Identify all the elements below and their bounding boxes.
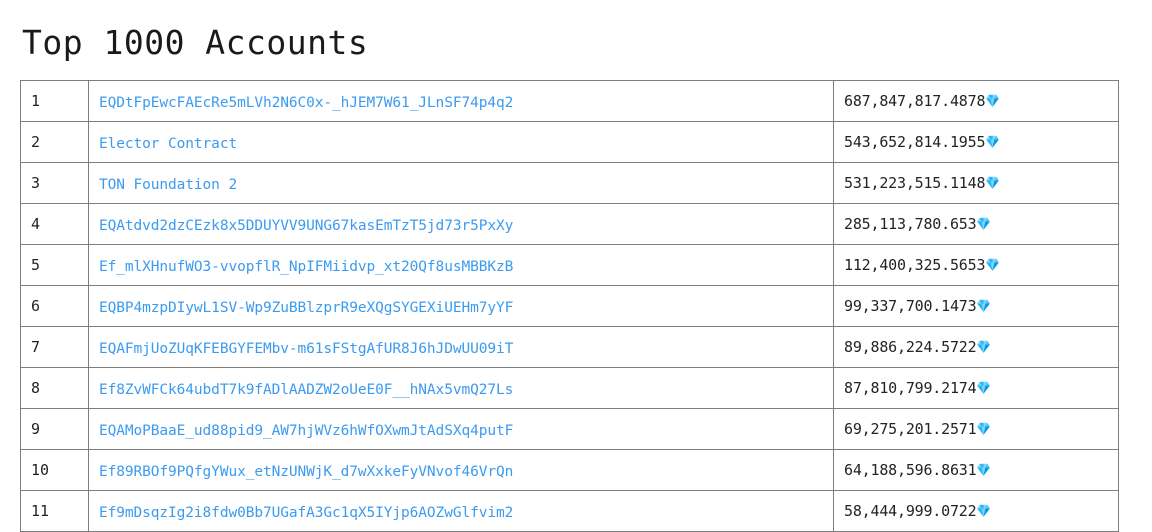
rank-cell: 2 <box>20 121 89 163</box>
balance-value: 64,188,596.8631 <box>844 461 977 479</box>
table-row: 3 TON Foundation 2 531,223,515.1148 <box>20 162 1119 204</box>
rank-cell: 4 <box>20 203 89 245</box>
balance-value: 87,810,799.2174 <box>844 379 977 397</box>
rank-value: 5 <box>31 256 41 274</box>
rank-value: 11 <box>31 502 50 520</box>
table-row: 6 EQBP4mzpDIywL1SV-Wp9ZuBBlzprR9eXQgSYGE… <box>20 285 1119 327</box>
gem-icon <box>976 421 991 436</box>
gem-icon <box>985 134 1000 149</box>
address-cell: Ef89RBOf9PQfgYWux_etNzUNWjK_d7wXxkeFyVNv… <box>88 449 834 491</box>
balance-cell: 69,275,201.2571 <box>833 408 1119 450</box>
rank-value: 10 <box>31 461 50 479</box>
gem-icon <box>976 380 991 395</box>
account-address-link[interactable]: EQAMoPBaaE_ud88pid9_AW7hjWVz6hWfOXwmJtAd… <box>99 423 513 439</box>
rank-cell: 8 <box>20 367 89 409</box>
balance-cell: 58,444,999.0722 <box>833 490 1119 532</box>
account-address-link[interactable]: TON Foundation 2 <box>99 177 237 193</box>
gem-icon <box>976 339 991 354</box>
table-row: 5 Ef_mlXHnufWO3-vvopflR_NpIFMiidvp_xt20Q… <box>20 244 1119 286</box>
account-address-link[interactable]: EQBP4mzpDIywL1SV-Wp9ZuBBlzprR9eXQgSYGEXi… <box>99 300 513 316</box>
balance-cell: 87,810,799.2174 <box>833 367 1119 409</box>
gem-icon <box>976 462 991 477</box>
table-row: 8 Ef8ZvWFCk64ubdT7k9fADlAADZW2oUeE0F__hN… <box>20 367 1119 409</box>
balance-cell: 112,400,325.5653 <box>833 244 1119 286</box>
address-cell: Ef8ZvWFCk64ubdT7k9fADlAADZW2oUeE0F__hNAx… <box>88 367 834 409</box>
table-row: 9 EQAMoPBaaE_ud88pid9_AW7hjWVz6hWfOXwmJt… <box>20 408 1119 450</box>
rank-value: 6 <box>31 297 41 315</box>
accounts-table-body: 1 EQDtFpEwcFAEcRe5mLVh2N6C0x-_hJEM7W61_J… <box>20 80 1119 532</box>
balance-cell: 64,188,596.8631 <box>833 449 1119 491</box>
balance-value: 112,400,325.5653 <box>844 256 986 274</box>
gem-icon <box>976 503 991 518</box>
page-title: Top 1000 Accounts <box>22 23 369 63</box>
accounts-table-container: 1 EQDtFpEwcFAEcRe5mLVh2N6C0x-_hJEM7W61_J… <box>20 80 1119 532</box>
balance-value: 69,275,201.2571 <box>844 420 977 438</box>
address-cell: Ef_mlXHnufWO3-vvopflR_NpIFMiidvp_xt20Qf8… <box>88 244 834 286</box>
balance-value: 99,337,700.1473 <box>844 297 977 315</box>
top-accounts-table: 1 EQDtFpEwcFAEcRe5mLVh2N6C0x-_hJEM7W61_J… <box>20 80 1119 532</box>
rank-cell: 9 <box>20 408 89 450</box>
gem-icon <box>985 175 1000 190</box>
balance-cell: 687,847,817.4878 <box>833 80 1119 122</box>
address-cell: Elector Contract <box>88 121 834 163</box>
balance-value: 687,847,817.4878 <box>844 92 986 110</box>
rank-cell: 5 <box>20 244 89 286</box>
account-address-link[interactable]: EQDtFpEwcFAEcRe5mLVh2N6C0x-_hJEM7W61_JLn… <box>99 95 513 111</box>
balance-cell: 531,223,515.1148 <box>833 162 1119 204</box>
rank-cell: 6 <box>20 285 89 327</box>
gem-icon <box>976 216 991 231</box>
address-cell: EQAFmjUoZUqKFEBGYFEMbv-m61sFStgAfUR8J6hJ… <box>88 326 834 368</box>
gem-icon <box>985 93 1000 108</box>
address-cell: EQDtFpEwcFAEcRe5mLVh2N6C0x-_hJEM7W61_JLn… <box>88 80 834 122</box>
gem-icon <box>985 257 1000 272</box>
rank-cell: 1 <box>20 80 89 122</box>
table-row: 11 Ef9mDsqzIg2i8fdw0Bb7UGafA3Gc1qX5IYjp6… <box>20 490 1119 532</box>
rank-value: 9 <box>31 420 41 438</box>
balance-value: 285,113,780.653 <box>844 215 977 233</box>
balance-cell: 89,886,224.5722 <box>833 326 1119 368</box>
table-row: 1 EQDtFpEwcFAEcRe5mLVh2N6C0x-_hJEM7W61_J… <box>20 80 1119 122</box>
balance-value: 58,444,999.0722 <box>844 502 977 520</box>
rank-cell: 3 <box>20 162 89 204</box>
balance-cell: 543,652,814.1955 <box>833 121 1119 163</box>
rank-value: 2 <box>31 133 41 151</box>
account-address-link[interactable]: Ef_mlXHnufWO3-vvopflR_NpIFMiidvp_xt20Qf8… <box>99 259 513 275</box>
balance-value: 531,223,515.1148 <box>844 174 986 192</box>
gem-icon <box>976 298 991 313</box>
rank-cell: 7 <box>20 326 89 368</box>
address-cell: EQAMoPBaaE_ud88pid9_AW7hjWVz6hWfOXwmJtAd… <box>88 408 834 450</box>
table-row: 4 EQAtdvd2dzCEzk8x5DDUYVV9UNG67kasEmTzT5… <box>20 203 1119 245</box>
account-address-link[interactable]: EQAtdvd2dzCEzk8x5DDUYVV9UNG67kasEmTzT5jd… <box>99 218 513 234</box>
rank-value: 1 <box>31 92 41 110</box>
rank-value: 3 <box>31 174 41 192</box>
balance-cell: 99,337,700.1473 <box>833 285 1119 327</box>
rank-cell: 10 <box>20 449 89 491</box>
address-cell: EQAtdvd2dzCEzk8x5DDUYVV9UNG67kasEmTzT5jd… <box>88 203 834 245</box>
rank-value: 4 <box>31 215 41 233</box>
account-address-link[interactable]: Ef9mDsqzIg2i8fdw0Bb7UGafA3Gc1qX5IYjp6AOZ… <box>99 505 513 521</box>
table-row: 10 Ef89RBOf9PQfgYWux_etNzUNWjK_d7wXxkeFy… <box>20 449 1119 491</box>
account-address-link[interactable]: EQAFmjUoZUqKFEBGYFEMbv-m61sFStgAfUR8J6hJ… <box>99 341 513 357</box>
rank-value: 7 <box>31 338 41 356</box>
account-address-link[interactable]: Elector Contract <box>99 136 237 152</box>
rank-value: 8 <box>31 379 41 397</box>
address-cell: EQBP4mzpDIywL1SV-Wp9ZuBBlzprR9eXQgSYGEXi… <box>88 285 834 327</box>
table-row: 7 EQAFmjUoZUqKFEBGYFEMbv-m61sFStgAfUR8J6… <box>20 326 1119 368</box>
page-root: Top 1000 Accounts 1 EQDtFpEwcFAEcRe5mLVh… <box>0 0 1152 532</box>
rank-cell: 11 <box>20 490 89 532</box>
balance-value: 89,886,224.5722 <box>844 338 977 356</box>
balance-value: 543,652,814.1955 <box>844 133 986 151</box>
account-address-link[interactable]: Ef8ZvWFCk64ubdT7k9fADlAADZW2oUeE0F__hNAx… <box>99 382 513 398</box>
address-cell: Ef9mDsqzIg2i8fdw0Bb7UGafA3Gc1qX5IYjp6AOZ… <box>88 490 834 532</box>
account-address-link[interactable]: Ef89RBOf9PQfgYWux_etNzUNWjK_d7wXxkeFyVNv… <box>99 464 513 480</box>
address-cell: TON Foundation 2 <box>88 162 834 204</box>
table-row: 2 Elector Contract 543,652,814.1955 <box>20 121 1119 163</box>
balance-cell: 285,113,780.653 <box>833 203 1119 245</box>
